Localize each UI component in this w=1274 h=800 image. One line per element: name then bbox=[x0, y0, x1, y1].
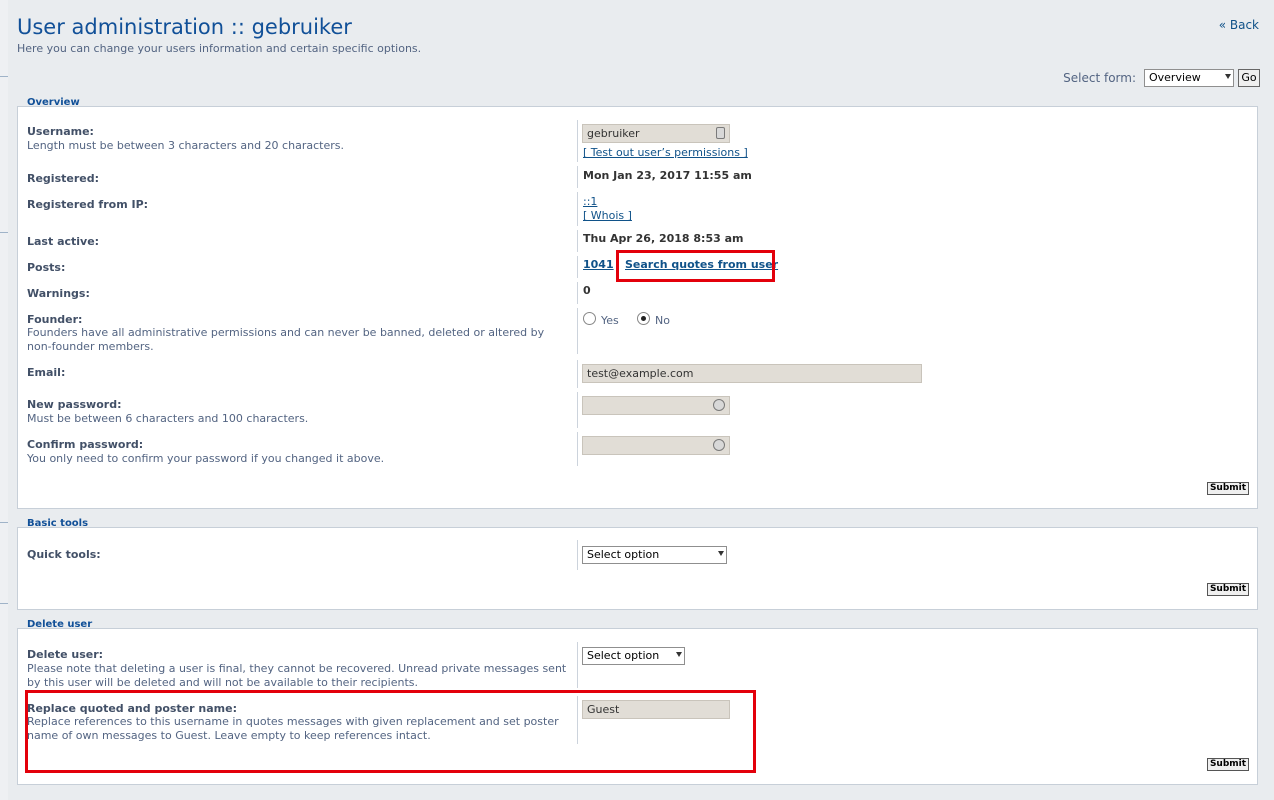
founder-explain: Founders have all administrative permiss… bbox=[27, 326, 545, 353]
key-icon bbox=[713, 399, 725, 411]
overview-submit-button[interactable]: Submit bbox=[1207, 482, 1249, 495]
last-active-label: Last active: bbox=[27, 235, 100, 248]
left-edge-tick bbox=[0, 232, 8, 233]
new-password-explain: Must be between 6 characters and 100 cha… bbox=[27, 412, 309, 425]
confirm-password-input[interactable] bbox=[582, 436, 730, 455]
basic-tools-panel bbox=[17, 527, 1258, 610]
username-explain: Length must be between 3 characters and … bbox=[27, 139, 344, 152]
test-permissions-link[interactable]: [ Test out user’s permissions ] bbox=[583, 146, 748, 159]
row-divider bbox=[577, 256, 578, 278]
left-edge-tick bbox=[0, 76, 8, 77]
delete-user-label: Delete user: bbox=[27, 648, 104, 661]
page-description: Here you can change your users informati… bbox=[17, 42, 422, 55]
email-input[interactable]: test@example.com bbox=[582, 364, 922, 383]
founder-no-radio[interactable] bbox=[637, 312, 650, 325]
registered-ip-value[interactable]: ::1 bbox=[583, 195, 597, 208]
replace-name-label: Replace quoted and poster name: bbox=[27, 702, 237, 715]
chevron-down-icon bbox=[676, 652, 682, 657]
basic-tools-submit-button[interactable]: Submit bbox=[1207, 583, 1249, 596]
warnings-label: Warnings: bbox=[27, 287, 90, 300]
page-title: User administration :: gebruiker bbox=[17, 15, 352, 39]
delete-user-dropdown[interactable]: Select option bbox=[582, 647, 685, 665]
quick-tools-label: Quick tools: bbox=[27, 548, 101, 561]
select-form-label: Select form: bbox=[1063, 71, 1136, 85]
row-divider bbox=[577, 282, 578, 304]
whois-link[interactable]: [ Whois ] bbox=[583, 209, 632, 222]
warnings-value: 0 bbox=[583, 284, 591, 297]
founder-label: Founder: bbox=[27, 313, 83, 326]
select-form-value: Overview bbox=[1149, 71, 1201, 84]
confirm-password-label: Confirm password: bbox=[27, 438, 144, 451]
username-value: gebruiker bbox=[587, 127, 640, 140]
username-input[interactable]: gebruiker bbox=[582, 124, 730, 143]
key-icon bbox=[713, 439, 725, 451]
search-quotes-link[interactable]: Search quotes from user bbox=[625, 258, 778, 271]
row-divider bbox=[577, 432, 578, 466]
new-password-input[interactable] bbox=[582, 396, 730, 415]
lock-icon bbox=[716, 127, 725, 139]
last-active-value: Thu Apr 26, 2018 8:53 am bbox=[583, 232, 744, 245]
founder-yes-radio[interactable] bbox=[583, 312, 596, 325]
row-divider bbox=[577, 696, 578, 744]
left-edge-tick bbox=[0, 522, 8, 523]
left-edge-tick bbox=[0, 603, 8, 604]
delete-user-submit-button[interactable]: Submit bbox=[1207, 758, 1249, 771]
delete-user-explain: Please note that deleting a user is fina… bbox=[27, 662, 567, 689]
posts-count-link[interactable]: 1041 bbox=[583, 258, 614, 271]
username-label: Username: bbox=[27, 125, 94, 138]
founder-no-label: No bbox=[655, 314, 670, 327]
email-value: test@example.com bbox=[587, 367, 694, 380]
replace-name-input[interactable]: Guest bbox=[582, 700, 730, 719]
delete-user-value: Select option bbox=[587, 649, 660, 662]
row-divider bbox=[577, 360, 578, 388]
registered-label: Registered: bbox=[27, 172, 99, 185]
quick-tools-value: Select option bbox=[587, 548, 660, 561]
row-divider bbox=[577, 166, 578, 188]
confirm-password-explain: You only need to confirm your password i… bbox=[27, 452, 385, 465]
row-divider bbox=[577, 540, 578, 570]
row-divider bbox=[577, 642, 578, 688]
row-divider bbox=[577, 308, 578, 354]
back-link[interactable]: « Back bbox=[1219, 18, 1259, 32]
chevron-down-icon bbox=[1225, 74, 1231, 79]
replace-name-value: Guest bbox=[587, 703, 620, 716]
select-form-dropdown[interactable]: Overview bbox=[1144, 69, 1234, 87]
founder-yes-label: Yes bbox=[601, 314, 619, 327]
quick-tools-dropdown[interactable]: Select option bbox=[582, 546, 727, 564]
replace-name-explain: Replace references to this username in q… bbox=[27, 715, 559, 742]
row-divider bbox=[577, 392, 578, 428]
registered-ip-label: Registered from IP: bbox=[27, 198, 149, 211]
chevron-down-icon bbox=[718, 551, 724, 556]
row-divider bbox=[577, 120, 578, 162]
posts-label: Posts: bbox=[27, 261, 66, 274]
email-label: Email: bbox=[27, 366, 66, 379]
go-button[interactable]: Go bbox=[1238, 69, 1260, 87]
row-divider bbox=[577, 192, 578, 226]
row-divider bbox=[577, 230, 578, 252]
new-password-label: New password: bbox=[27, 398, 122, 411]
registered-value: Mon Jan 23, 2017 11:55 am bbox=[583, 169, 752, 182]
select-form: Select form: Overview Go bbox=[1063, 69, 1260, 87]
left-edge bbox=[0, 0, 8, 800]
